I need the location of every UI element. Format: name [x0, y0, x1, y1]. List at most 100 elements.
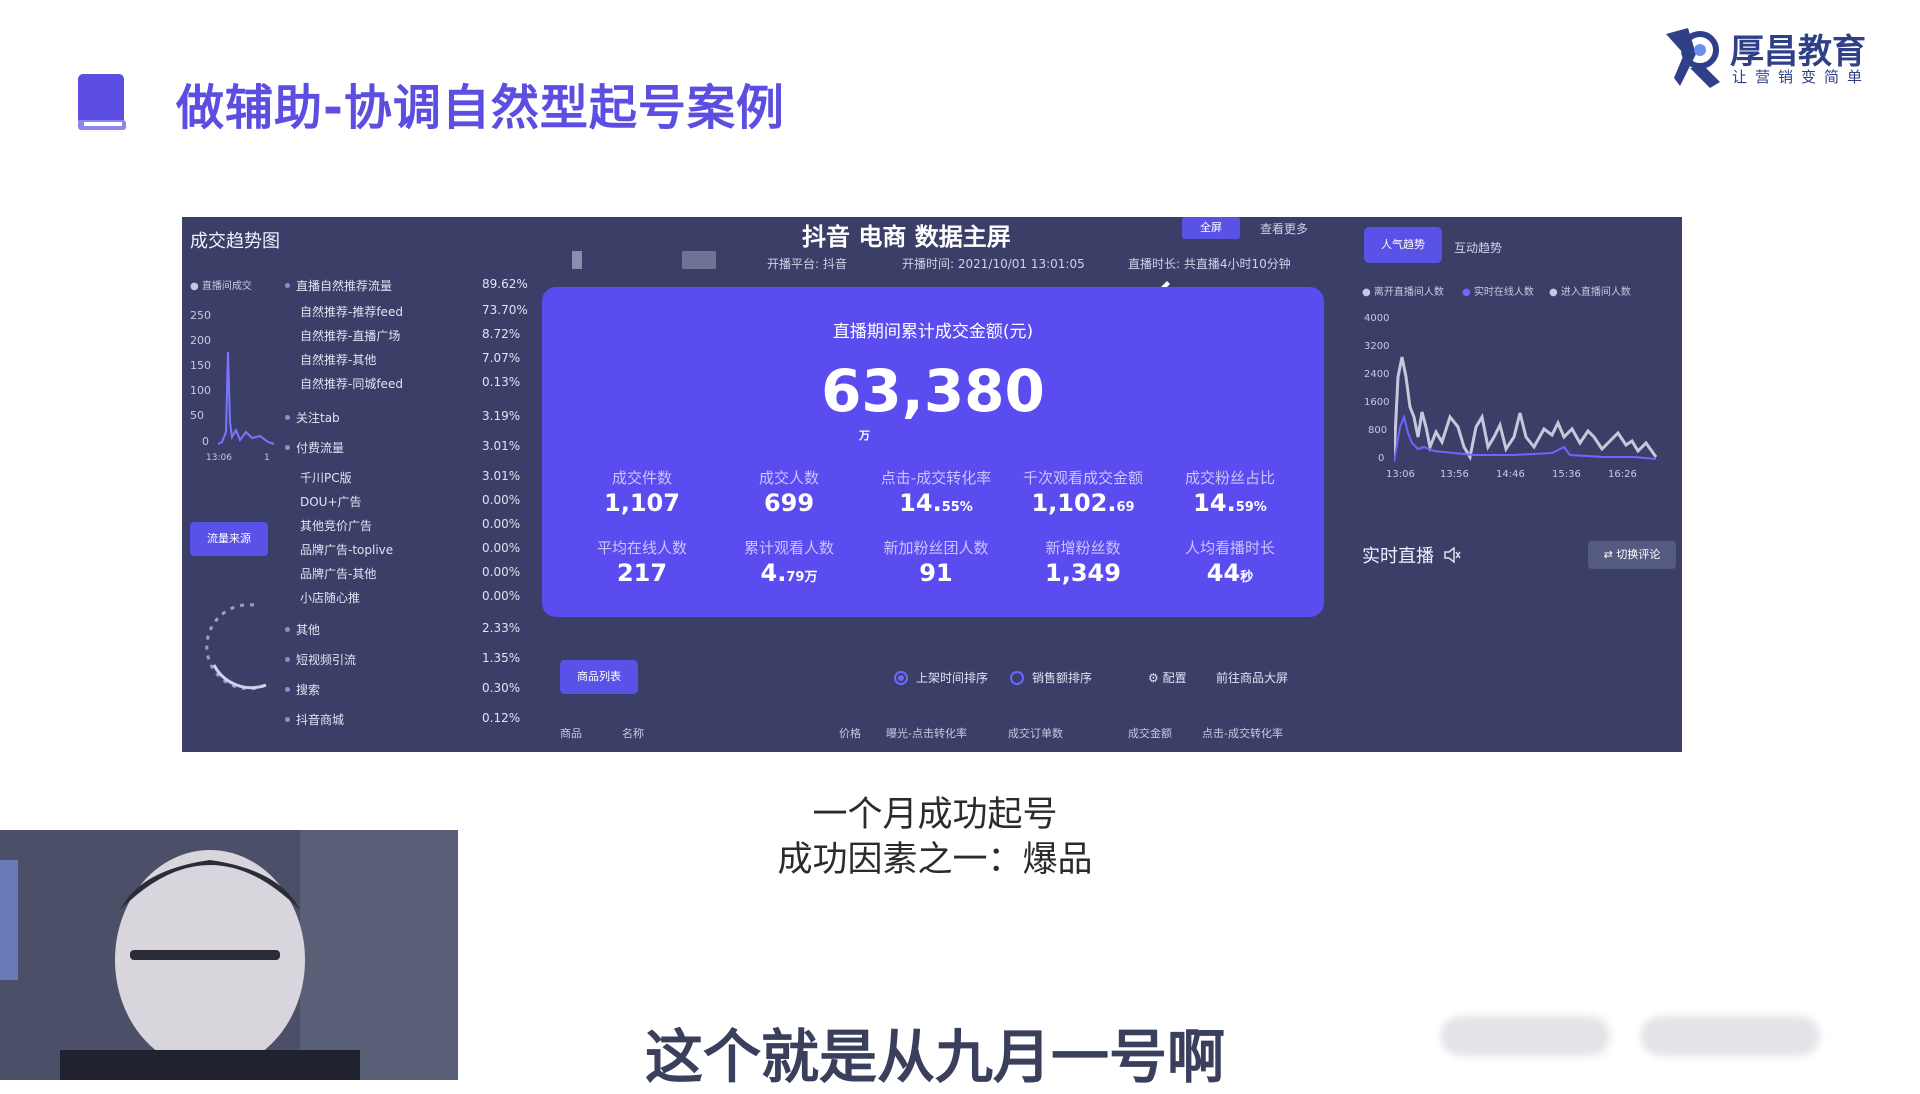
flow-label: 抖音商城 — [296, 713, 345, 727]
stat-label: 千次观看成交金额 — [1022, 469, 1143, 487]
flow-label: 短视频引流 — [296, 653, 357, 667]
flow-percent: 3.19% — [482, 409, 521, 423]
stat-value: 4.79万 — [711, 559, 867, 587]
dashboard-screenshot: 成交趋势图 ● 直播间成交 250 200 150 100 50 0 13:06… — [182, 217, 1682, 752]
flow-label: 其他 — [296, 623, 321, 637]
flow-percent: 3.01% — [482, 469, 521, 483]
stat-value: 44秒 — [1152, 559, 1308, 587]
stat-value-main: 4. — [760, 559, 787, 587]
flow-label: 其他竞价广告 — [300, 519, 373, 533]
col-header-price: 价格 — [839, 727, 861, 740]
y-tick: 4000 — [1364, 313, 1390, 324]
flow-label: 自然推荐-同城feed — [300, 377, 403, 391]
stat-value: 91 — [858, 559, 1014, 587]
y-tick: 200 — [190, 334, 211, 347]
platform-info: 开播平台: 抖音 — [767, 257, 847, 271]
flow-percent: 7.07% — [482, 351, 521, 365]
stat-value: 699 — [711, 489, 867, 517]
stat-label: 新加粉丝团人数 — [883, 539, 989, 557]
duration-info: 直播时长: 共直播4小时10分钟 — [1128, 257, 1291, 271]
stat-label: 累计观看人数 — [743, 539, 834, 557]
sort-by-sales-label[interactable]: 销售额排序 — [1032, 669, 1092, 686]
flow-label: 搜索 — [296, 683, 321, 697]
x-tick: 13:56 — [1440, 469, 1469, 480]
switch-comments-button[interactable]: ⇄ 切换评论 — [1588, 541, 1676, 569]
stat-value-main: 1,107 — [604, 489, 680, 517]
flow-bullet — [285, 445, 290, 450]
stat-value: 14.59% — [1152, 489, 1308, 517]
stat-value-suffix: 秒 — [1240, 570, 1254, 585]
mute-icon[interactable] — [1444, 547, 1462, 563]
gmv-summary-card: 直播期间累计成交金额(元) 63,380 万 成交件数 1,107 成交人数 699 点… — [542, 287, 1324, 617]
stat-value-main: 1,102. — [1031, 489, 1117, 517]
stat-label: 成交件数 — [611, 469, 672, 487]
stat-value: 217 — [564, 559, 720, 587]
y-tick: 250 — [190, 309, 211, 322]
flow-percent: 0.13% — [482, 375, 521, 389]
stat-value-main: 14. — [899, 489, 942, 517]
live-stream-title: 实时直播 — [1362, 546, 1434, 567]
y-tick: 0 — [202, 435, 209, 448]
flow-percent: 0.00% — [482, 517, 521, 531]
flow-percent: 3.01% — [482, 439, 521, 453]
stat-value-suffix: 79万 — [786, 570, 818, 585]
y-tick: 1600 — [1364, 397, 1390, 408]
stat-value-main: 1,349 — [1045, 559, 1121, 587]
flow-label: 品牌广告-其他 — [300, 567, 377, 581]
config-link[interactable]: ⚙ 配置 — [1148, 669, 1187, 686]
flow-label: 品牌广告-toplive — [300, 543, 394, 557]
watermark-blur — [1640, 1016, 1820, 1056]
view-more-link[interactable]: 查看更多 — [1260, 220, 1308, 237]
legend-online: ● 实时在线人数 — [1462, 287, 1534, 298]
x-tick: 15:36 — [1552, 469, 1581, 480]
traffic-source-button[interactable]: 流量来源 — [190, 522, 268, 556]
flow-label: 自然推荐-其他 — [300, 353, 377, 367]
flow-label: 自然推荐-直播广场 — [300, 329, 401, 343]
trend-chart-title: 成交趋势图 — [190, 231, 280, 252]
goods-list-button[interactable]: 商品列表 — [560, 660, 638, 694]
y-tick: 0 — [1378, 453, 1385, 464]
stat-value: 14.55% — [858, 489, 1014, 517]
stat-label: 成交粉丝占比 — [1184, 469, 1275, 487]
col-header-orders: 成交订单数 — [1008, 727, 1063, 740]
tab-popularity-trend[interactable]: 人气趋势 — [1364, 227, 1442, 263]
popularity-line-chart — [1394, 356, 1658, 463]
flow-percent: 8.72% — [482, 327, 521, 341]
sort-by-sales-radio[interactable] — [1010, 671, 1024, 685]
stat-value-main: 44 — [1206, 559, 1241, 587]
x-tick: 1 — [264, 453, 270, 463]
flow-bullet — [285, 717, 290, 722]
gmv-amount: 63,380 — [821, 357, 1045, 425]
goods-screen-link[interactable]: 前往商品大屏 — [1216, 669, 1288, 686]
fullscreen-button[interactable]: 全屏 — [1182, 217, 1240, 239]
sort-by-time-label[interactable]: 上架时间排序 — [916, 669, 988, 686]
brand-slogan: 让营销变简单 — [1732, 68, 1871, 86]
col-header-goods: 商品 — [560, 727, 582, 740]
flow-percent: 0.00% — [482, 493, 521, 507]
stat-label: 成交人数 — [758, 469, 819, 487]
flow-percent: 0.12% — [482, 711, 521, 725]
flow-label: 付费流量 — [296, 441, 345, 455]
gmv-unit: 万 — [859, 429, 870, 442]
tab-interaction-trend[interactable]: 互动趋势 — [1454, 239, 1502, 256]
flow-label: DOU+广告 — [300, 495, 362, 509]
y-tick: 800 — [1368, 425, 1388, 436]
stat-label: 点击-成交转化率 — [880, 469, 992, 487]
trend-sparkline — [217, 351, 275, 445]
flow-percent: 1.35% — [482, 651, 521, 665]
flow-bullet — [285, 657, 290, 662]
douyin-ecommerce-logo: 抖音 电商 数据主屏 — [802, 223, 1011, 251]
stat-value: 1,107 — [564, 489, 720, 517]
donut-chart — [205, 603, 267, 691]
col-header-exposure-click: 曝光-点击转化率 — [886, 727, 967, 740]
flow-percent: 0.00% — [482, 589, 521, 603]
stat-value: 1,349 — [1005, 559, 1161, 587]
flow-percent: 0.30% — [482, 681, 521, 695]
stat-value-main: 699 — [763, 489, 815, 517]
sort-by-time-radio[interactable] — [894, 671, 908, 685]
stat-value-suffix: 55% — [941, 500, 973, 515]
watermark-blur — [1440, 1016, 1610, 1056]
y-tick: 2400 — [1364, 369, 1390, 380]
flow-label: 千川PC版 — [300, 471, 352, 485]
col-header-amount: 成交金额 — [1128, 727, 1172, 740]
